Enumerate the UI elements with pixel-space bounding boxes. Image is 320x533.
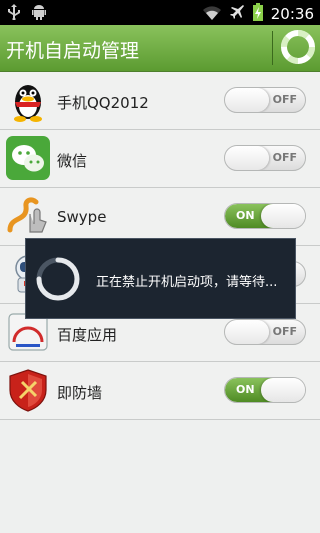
usb-icon [8,4,20,24]
startup-toggle[interactable]: OFF [224,87,306,113]
app-name: 手机QQ2012 [57,94,149,112]
toggle-knob [261,204,305,228]
battery-charging-icon [252,3,263,25]
toggle-state: ON [236,209,255,222]
qq-penguin-icon [6,78,50,122]
wifi-icon [202,5,221,24]
toggle-knob [225,320,269,344]
toggle-knob [225,88,269,112]
app-name: 百度应用 [57,326,118,344]
toggle-state: ON [236,383,255,396]
list-item: 即防墙 ON [0,362,320,420]
app-name: Swype [57,208,107,226]
list-item: 微信 OFF [0,130,320,188]
loading-spinner-icon [34,255,82,303]
startup-toggle[interactable]: ON [224,377,306,403]
startup-toggle[interactable]: OFF [224,145,306,171]
toggle-state: OFF [272,151,297,164]
toggle-state: OFF [272,325,297,338]
ring-icon[interactable] [280,29,316,65]
firewall-shield-icon [6,368,50,412]
progress-dialog: 正在禁止开机启动项，请等待... [25,238,296,319]
swype-icon [6,194,50,238]
android-debug-icon [32,4,46,24]
dialog-message: 正在禁止开机启动项，请等待... [96,275,278,290]
toggle-knob [225,146,269,170]
airplane-icon [229,4,245,24]
toggle-state: OFF [272,93,297,106]
status-bar: 20:36 [0,0,320,25]
startup-toggle[interactable]: ON [224,203,306,229]
clock: 20:36 [270,5,314,23]
startup-toggle[interactable]: OFF [224,319,306,345]
app-bar-divider [272,31,273,65]
wechat-icon [6,136,50,180]
app-name: 微信 [57,152,88,170]
list-item: 手机QQ2012 OFF [0,72,320,130]
app-name: 即防墙 [57,384,103,402]
app-bar: 开机自启动管理 [0,25,320,72]
page-title: 开机自启动管理 [6,40,140,62]
toggle-knob [261,378,305,402]
